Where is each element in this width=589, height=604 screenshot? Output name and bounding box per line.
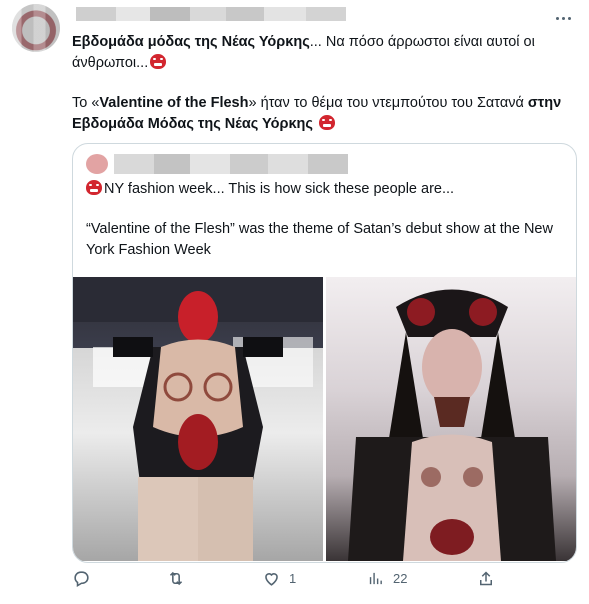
angry-face-emoji-icon bbox=[318, 115, 335, 130]
retweet-button[interactable] bbox=[166, 569, 192, 588]
share-button[interactable] bbox=[477, 569, 495, 593]
retweet-icon bbox=[169, 571, 183, 586]
like-count: 1 bbox=[289, 571, 297, 586]
tweet-line2-bold: Valentine of the Flesh bbox=[99, 95, 249, 111]
quoted-image-right[interactable] bbox=[326, 277, 576, 561]
quoted-line1: NY fashion week... This is how sick thes… bbox=[104, 181, 455, 197]
tweet-bold-title: Εβδομάδα μόδας της Νέας Υόρκης bbox=[72, 34, 310, 50]
like-button[interactable]: 1 bbox=[262, 569, 296, 588]
heart-icon bbox=[265, 573, 278, 586]
more-options-icon[interactable] bbox=[551, 10, 575, 26]
tweet-line2-pre: Το « bbox=[72, 95, 100, 111]
tweet-line2-mid: » ήταν το θέμα του ντεμπούτου του Σατανά bbox=[248, 95, 528, 111]
author-name-blurred[interactable] bbox=[76, 7, 346, 21]
angry-face-emoji-icon bbox=[150, 54, 167, 69]
quoted-tweet-card[interactable]: NY fashion week... This is how sick thes… bbox=[72, 143, 577, 563]
angry-face-emoji-icon bbox=[86, 180, 102, 195]
avatar[interactable] bbox=[12, 4, 60, 52]
action-bar: 1 22 bbox=[72, 569, 577, 595]
quoted-tweet-text: NY fashion week... This is how sick thes… bbox=[86, 179, 566, 261]
quoted-line2: “Valentine of the Flesh” was the theme o… bbox=[86, 221, 553, 258]
reply-icon bbox=[74, 571, 89, 588]
reply-button[interactable] bbox=[72, 569, 97, 588]
views-icon bbox=[369, 572, 382, 585]
share-icon bbox=[480, 571, 492, 586]
views-button[interactable]: 22 bbox=[367, 569, 407, 588]
views-count: 22 bbox=[393, 571, 408, 586]
quoted-author-blurred[interactable] bbox=[86, 154, 366, 174]
tweet-text: Εβδομάδα μόδας της Νέας Υόρκης... Να πόσ… bbox=[72, 32, 572, 135]
quoted-image-left[interactable] bbox=[73, 277, 323, 561]
